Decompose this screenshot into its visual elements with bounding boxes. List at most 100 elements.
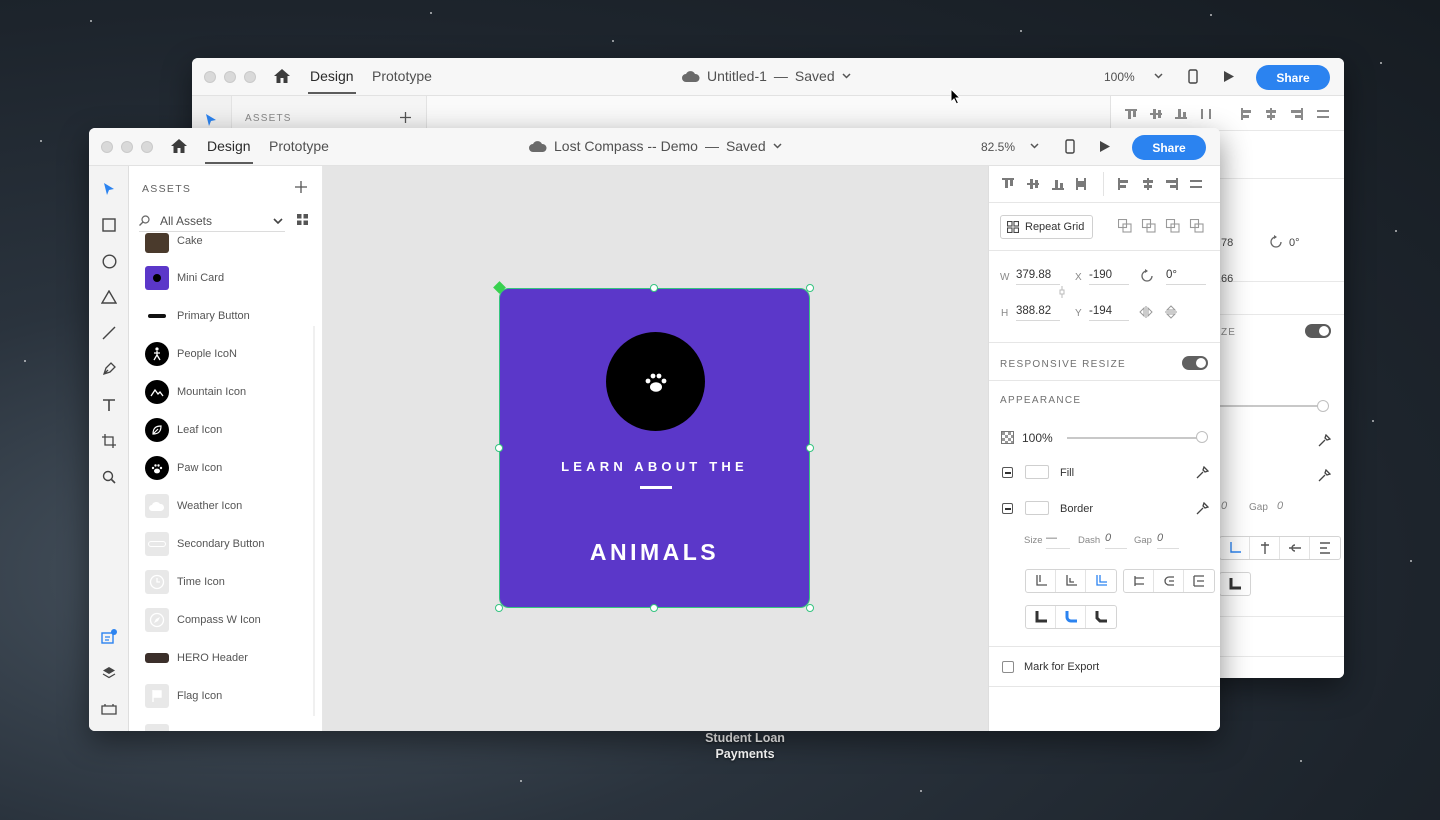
front-window[interactable]: Design Prototype Lost Compass -- Demo — … <box>89 128 1220 731</box>
width-field[interactable]: 379.88 <box>1016 269 1060 285</box>
home-icon[interactable] <box>273 67 291 85</box>
scrollbar-track[interactable] <box>313 326 315 716</box>
grid-view-icon[interactable] <box>297 214 308 225</box>
close-button[interactable] <box>101 141 113 153</box>
device-preview-icon[interactable] <box>1065 139 1075 154</box>
desktop-file-label[interactable]: Student Loan Payments <box>690 730 800 762</box>
list-item[interactable]: People IcoN <box>145 342 237 366</box>
tab-design[interactable]: Design <box>308 68 356 94</box>
border-align-icon[interactable] <box>1280 537 1310 559</box>
line-tool-icon[interactable] <box>99 323 119 343</box>
miter-join-icon[interactable] <box>1026 606 1056 628</box>
share-button[interactable]: Share <box>1256 65 1330 90</box>
list-item[interactable]: Time Icon <box>145 570 225 594</box>
tab-design[interactable]: Design <box>205 138 253 164</box>
resize-handle-top[interactable] <box>650 284 658 292</box>
list-item[interactable]: Compass W Icon <box>145 608 261 632</box>
opacity-slider-track[interactable] <box>1219 405 1323 407</box>
add-asset-icon[interactable] <box>400 112 411 123</box>
zoom-level[interactable]: 100% <box>1104 70 1135 84</box>
artboard-tool-icon[interactable] <box>99 431 119 451</box>
design-canvas[interactable]: LEARN ABOUT THE ANIMALS <box>323 166 988 731</box>
chevron-down-icon[interactable] <box>1030 143 1039 149</box>
round-cap-icon[interactable] <box>1154 570 1184 592</box>
outer-stroke-icon[interactable] <box>1056 570 1086 592</box>
line-cap-group[interactable] <box>1123 569 1215 593</box>
resize-handle-bottom-right[interactable] <box>806 604 814 612</box>
list-item[interactable]: Weather Icon <box>145 494 242 518</box>
zoom-button[interactable] <box>141 141 153 153</box>
boolean-ops-icons[interactable] <box>1118 219 1208 233</box>
border-align-icon[interactable] <box>1220 537 1250 559</box>
responsive-resize-toggle[interactable] <box>1182 356 1208 370</box>
align-icons[interactable] <box>1002 178 1088 190</box>
round-join-icon[interactable] <box>1056 606 1086 628</box>
align-icons[interactable] <box>1125 109 1215 119</box>
select-tool-icon[interactable] <box>205 113 217 127</box>
eyedropper-icon[interactable] <box>1317 469 1331 483</box>
height-value-partial[interactable]: 66 <box>1221 273 1233 285</box>
y-field[interactable]: -194 <box>1089 305 1129 321</box>
tab-prototype[interactable]: Prototype <box>372 68 432 84</box>
rotation-value[interactable]: 0° <box>1289 237 1300 249</box>
dash-value-partial[interactable]: 0 <box>1221 500 1227 512</box>
resize-handle-bottom-left[interactable] <box>495 604 503 612</box>
corner-join-group[interactable] <box>1025 605 1117 629</box>
opacity-slider-track[interactable] <box>1067 437 1199 439</box>
device-preview-icon[interactable] <box>1188 69 1198 84</box>
butt-cap-icon[interactable] <box>1124 570 1154 592</box>
resize-handle-right[interactable] <box>806 444 814 452</box>
corner-join-group[interactable] <box>1219 572 1251 596</box>
list-item[interactable]: Primary Button <box>145 304 250 328</box>
list-item[interactable]: Leaf Icon <box>145 418 222 442</box>
size-field[interactable]: — <box>1046 532 1070 549</box>
opacity-slider-knob[interactable] <box>1317 400 1329 412</box>
gap-field[interactable]: 0 <box>1157 532 1179 549</box>
corner-join-icon[interactable] <box>1220 573 1250 595</box>
inner-stroke-icon[interactable] <box>1026 570 1056 592</box>
list-item[interactable]: Mountain Icon <box>145 380 246 404</box>
assets-panel-icon[interactable] <box>99 627 119 647</box>
distribute-icons[interactable] <box>1118 178 1208 190</box>
list-item[interactable] <box>145 722 169 731</box>
text-tool-icon[interactable] <box>99 395 119 415</box>
border-checkbox[interactable] <box>1002 503 1013 514</box>
zoom-tool-icon[interactable] <box>99 467 119 487</box>
list-item[interactable]: Mini Card <box>145 266 224 290</box>
document-title[interactable]: Untitled-1 — Saved <box>682 68 851 84</box>
dash-field[interactable]: 0 <box>1105 532 1127 549</box>
select-tool-icon[interactable] <box>99 179 119 199</box>
play-icon[interactable] <box>1223 70 1235 83</box>
document-title[interactable]: Lost Compass -- Demo — Saved <box>529 138 782 154</box>
opacity-slider-knob[interactable] <box>1196 431 1208 443</box>
flip-vertical-icon[interactable] <box>1165 305 1177 319</box>
resize-handle-left[interactable] <box>495 444 503 452</box>
list-item[interactable]: HERO Header <box>145 646 248 670</box>
width-value-partial[interactable]: 78 <box>1221 237 1233 249</box>
border-swatch[interactable] <box>1025 501 1049 515</box>
resize-handle-top-right[interactable] <box>806 284 814 292</box>
list-item[interactable]: Paw Icon <box>145 456 222 480</box>
border-position-group[interactable] <box>1219 536 1341 560</box>
flip-horizontal-icon[interactable] <box>1139 306 1153 318</box>
layers-icon[interactable] <box>99 663 119 683</box>
distribute-icons[interactable] <box>1241 108 1331 120</box>
border-align-icon[interactable] <box>1250 537 1280 559</box>
plugins-icon[interactable] <box>99 699 119 719</box>
lock-aspect-icon[interactable] <box>1059 286 1065 298</box>
eyedropper-icon[interactable] <box>1317 434 1331 448</box>
play-icon[interactable] <box>1099 140 1111 153</box>
fill-checkbox[interactable] <box>1002 467 1013 478</box>
responsive-resize-toggle[interactable] <box>1305 324 1331 338</box>
gap-value[interactable]: 0 <box>1277 500 1283 512</box>
mini-card-artboard[interactable]: LEARN ABOUT THE ANIMALS <box>499 288 810 608</box>
resize-handle-bottom[interactable] <box>650 604 658 612</box>
ellipse-tool-icon[interactable] <box>99 251 119 271</box>
chevron-down-icon[interactable] <box>1154 73 1163 79</box>
share-button[interactable]: Share <box>1132 135 1206 160</box>
zoom-level[interactable]: 82.5% <box>981 140 1015 154</box>
asset-filter[interactable]: All Assets <box>139 210 285 232</box>
list-item[interactable]: Flag Icon <box>145 684 222 708</box>
list-item[interactable]: Secondary Button <box>145 532 264 556</box>
opacity-value[interactable]: 100% <box>1022 431 1053 445</box>
